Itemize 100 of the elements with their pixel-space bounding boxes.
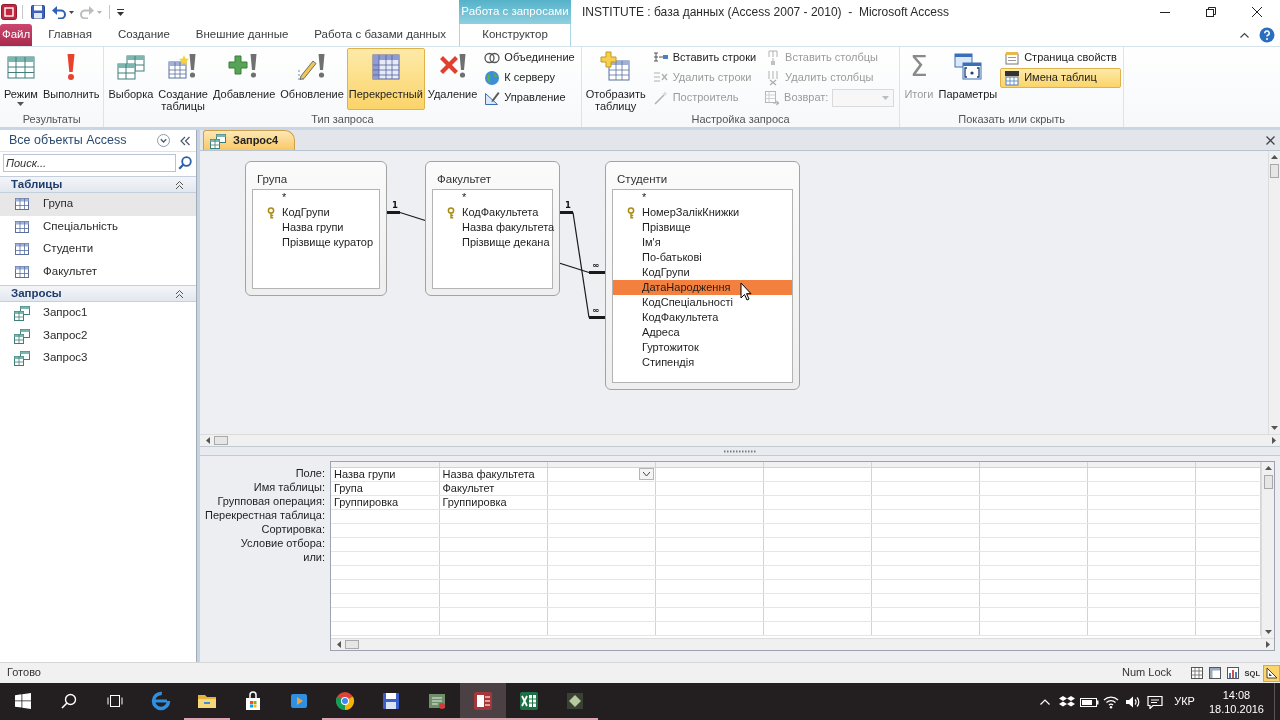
mouse-pointer-icon <box>740 282 752 301</box>
group-label: Настройка запроса <box>691 112 790 127</box>
query-icon <box>14 305 30 322</box>
restore-icon <box>1206 7 1216 17</box>
nav-item[interactable]: Запрос1 <box>0 302 196 325</box>
scroll-thumb[interactable] <box>214 436 228 445</box>
nav-item[interactable]: Запрос3 <box>0 347 196 370</box>
collapse-pane-button[interactable] <box>178 135 192 146</box>
ribbon-button[interactable]: Удаление <box>425 48 480 110</box>
language-indicator[interactable]: УКР <box>1166 683 1203 720</box>
grid-cell[interactable]: Группировка <box>439 495 547 509</box>
ribbon-button[interactable]: Добавление <box>211 48 278 110</box>
ribbon-button[interactable]: Имена таблиц <box>1000 68 1121 88</box>
grid-cell[interactable]: Факультет <box>439 481 547 495</box>
ribbon-button[interactable]: Управление <box>480 88 579 108</box>
nav-group-header[interactable]: Таблицы <box>0 176 196 193</box>
double-chevron-up-icon <box>175 179 184 190</box>
nav-item[interactable]: Факультет <box>0 260 196 283</box>
field-item[interactable]: КодГрупи <box>253 205 379 220</box>
chevron-up-icon <box>1040 698 1051 705</box>
window-panes-icon <box>15 692 31 709</box>
field-item[interactable]: * <box>253 190 379 205</box>
save-button[interactable] <box>28 2 48 22</box>
ribbon-button[interactable]: Выборка <box>106 48 156 110</box>
view-button[interactable] <box>1188 664 1206 682</box>
scroll-thumb[interactable] <box>1263 475 1273 489</box>
ribbon-button[interactable]: Отобразить таблицу <box>583 48 648 110</box>
field-item[interactable]: КодФакультета <box>613 310 792 325</box>
ribbon-button[interactable]: Параметры <box>936 48 1000 110</box>
scroll-thumb[interactable] <box>345 640 359 649</box>
search-field[interactable]: Поиск... <box>3 153 176 172</box>
field-item[interactable]: КодСпеціальності <box>613 295 792 310</box>
group-label: Результаты <box>22 112 81 127</box>
field-item[interactable]: Гуртожиток <box>613 340 792 355</box>
table-window[interactable]: Група * КодГрупи Назва групи Прізвище куратор <box>245 161 387 296</box>
table-window[interactable]: Студенти * НомерЗалікКнижки Прізвище Ім'я По-батькові КодГрупи ДатаНародження КодСпеціальності КодФакультета Адреса Гуртожиток Стипендія <box>605 161 800 390</box>
field-item[interactable]: Стипендія <box>613 355 792 370</box>
shopping-bag-icon <box>243 690 263 711</box>
grid-cell[interactable]: Група <box>331 481 439 495</box>
ribbon-tab[interactable]: Внешние данные <box>182 24 302 46</box>
minimize-ribbon-button[interactable] <box>1238 32 1251 38</box>
ribbon-button[interactable]: Обновление <box>278 48 346 110</box>
field-item[interactable]: Адреса <box>613 325 792 340</box>
nav-item[interactable]: Запрос2 <box>0 324 196 347</box>
relationship-line[interactable] <box>560 211 605 319</box>
nav-item[interactable]: Спеціальність <box>0 215 196 238</box>
pane-menu-button[interactable] <box>155 134 172 147</box>
nav-group-header[interactable]: Запросы <box>0 285 196 302</box>
ribbon-button[interactable]: Перекрестный <box>346 48 425 110</box>
field-item[interactable]: * <box>613 190 792 205</box>
search-button[interactable] <box>176 155 194 170</box>
field-item[interactable]: КодФакультета <box>433 205 552 220</box>
scroll-thumb[interactable] <box>1270 164 1279 178</box>
field-item[interactable]: ДатаНародження <box>613 280 792 295</box>
field-item[interactable]: НомерЗалікКнижки <box>613 205 792 220</box>
field-item[interactable]: Ім'я <box>613 235 792 250</box>
ribbon-button[interactable]: Вставить строки <box>648 48 761 68</box>
ribbon-button[interactable]: Страница свойств <box>1000 48 1121 68</box>
dropdown-button[interactable] <box>638 468 654 480</box>
ribbon-button[interactable]: Выполнить <box>40 48 102 110</box>
field-item[interactable]: КодГрупи <box>613 265 792 280</box>
ribbon-button[interactable]: Создание таблицы <box>156 48 210 110</box>
vertical-scrollbar[interactable] <box>1268 151 1280 434</box>
group-label: Тип запроса <box>311 112 374 127</box>
vertical-scrollbar[interactable] <box>1261 462 1274 638</box>
field-item[interactable]: Назва групи <box>253 220 379 235</box>
field-item[interactable]: Прізвище <box>613 220 792 235</box>
grid-cell[interactable]: Назва факультета <box>439 467 547 481</box>
taskbar-app-button[interactable] <box>460 683 506 720</box>
ribbon-tab[interactable]: Создание <box>104 24 183 46</box>
field-item[interactable]: Прізвище куратор <box>253 235 379 250</box>
grid-cell[interactable]: Группировка <box>331 495 439 509</box>
view-button[interactable] <box>1224 664 1242 682</box>
field-item[interactable]: Прізвище декана <box>433 235 552 250</box>
field-item[interactable]: Назва факультета <box>433 220 552 235</box>
grid-cell[interactable] <box>547 467 655 481</box>
table-window[interactable]: Факультет * КодФакультета Назва факультета Прізвище декана <box>425 161 560 296</box>
caret-down-icon <box>642 472 650 476</box>
ribbon-tab[interactable]: Конструктор <box>459 24 571 46</box>
nav-item[interactable]: Студенти <box>0 238 196 261</box>
table-arrow-icon <box>764 90 781 106</box>
clock-date[interactable]: 18.10.2016 <box>1208 701 1264 716</box>
nav-item[interactable]: Група <box>0 193 196 216</box>
field-item[interactable]: * <box>433 190 552 205</box>
view-button[interactable] <box>1206 664 1224 682</box>
ribbon-button[interactable]: Объединение <box>480 48 579 68</box>
view-button[interactable] <box>1263 664 1280 682</box>
field-item[interactable]: По-батькові <box>613 250 792 265</box>
ribbon-tab[interactable]: Главная <box>35 24 105 46</box>
ribbon-button[interactable]: Режим <box>2 48 40 110</box>
document-tab[interactable]: Запрос4 <box>203 130 296 150</box>
horizontal-scrollbar[interactable] <box>200 434 1280 446</box>
ribbon-tab[interactable]: Работа с базами данных <box>301 24 459 46</box>
help-button[interactable] <box>1257 27 1277 43</box>
grid-cell[interactable]: Назва групи <box>331 467 439 481</box>
horizontal-scrollbar[interactable] <box>331 638 1274 650</box>
ribbon-button[interactable]: К серверу <box>480 68 579 88</box>
ribbon-tab[interactable]: Файл <box>0 24 33 46</box>
clock-time[interactable]: 14:08 <box>1222 687 1251 702</box>
row-label: Групповая операция: <box>217 494 325 508</box>
